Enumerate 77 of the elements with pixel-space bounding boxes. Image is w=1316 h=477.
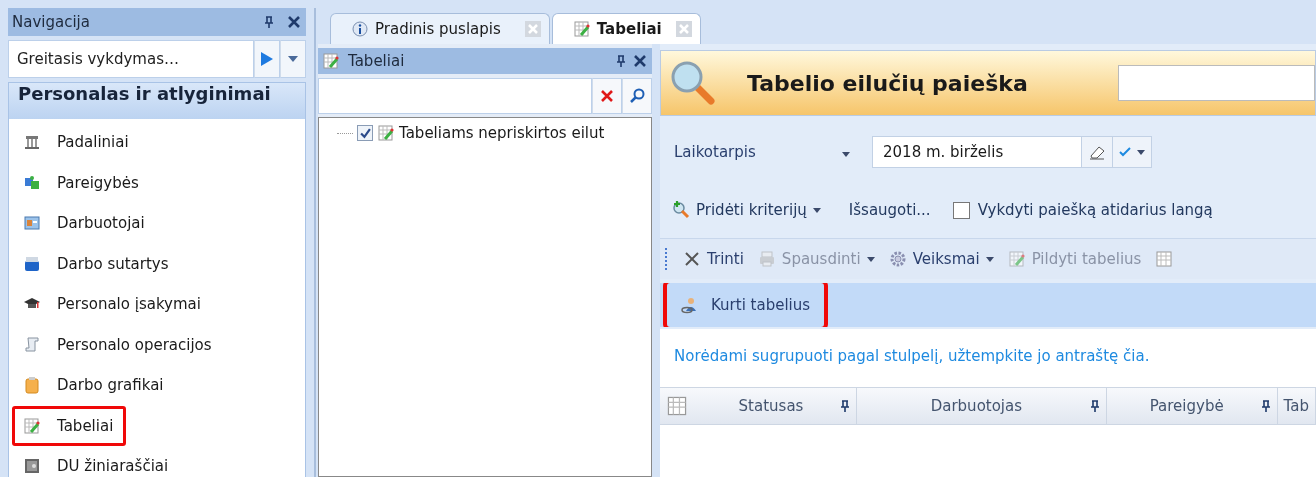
magnifier-icon: [669, 59, 717, 107]
checkbox-label: Vykdyti paiešką atidarius langą: [977, 201, 1213, 219]
close-icon[interactable]: [288, 16, 300, 28]
period-field[interactable]: 2018 m. birželis: [872, 136, 1082, 168]
tree-item[interactable]: Tabeliams nepriskirtos eilut: [399, 124, 605, 142]
eraser-button[interactable]: [1082, 136, 1113, 168]
sidebar-item[interactable]: Tabeliai: [12, 405, 127, 446]
quick-run-field[interactable]: Greitasis vykdymas…: [8, 40, 254, 78]
tab[interactable]: Tabeliai: [551, 13, 701, 44]
run-button[interactable]: [254, 40, 280, 78]
clipboard-icon: [23, 376, 41, 395]
checkbox[interactable]: [357, 125, 373, 141]
sidebar-item[interactable]: DU žiniaraščiai: [12, 446, 182, 477]
toolbar-button[interactable]: Kurti tabelius: [667, 283, 825, 327]
person-icon: [681, 296, 699, 314]
sidebar-item[interactable]: Darbo grafikai: [12, 365, 177, 406]
search-icon: [629, 88, 645, 104]
clear-button[interactable]: [592, 78, 622, 114]
columns-icon: [23, 133, 41, 152]
column-header[interactable]: Pareigybė: [1106, 388, 1278, 424]
dropdown-button[interactable]: [1113, 136, 1152, 168]
caret-icon: [812, 207, 821, 213]
play-icon: [260, 51, 274, 67]
pin-icon[interactable]: [1089, 400, 1100, 412]
magnifier-plus-icon: [672, 201, 690, 219]
toolbar-button[interactable]: Veiksmai: [888, 250, 994, 268]
column-header[interactable]: Tab: [1277, 388, 1316, 424]
panel-title: Tabeliai: [348, 52, 406, 70]
column-header[interactable]: Darbuotojas: [857, 388, 1107, 424]
gear-icon: [888, 250, 907, 268]
spreadsheet-pencil-icon: [1007, 250, 1026, 268]
caret-icon: [1137, 149, 1145, 155]
box-icon: [23, 254, 41, 273]
id-card-icon: [23, 214, 41, 233]
sidebar-item[interactable]: Personalo įsakymai: [12, 284, 214, 325]
delete-icon: [683, 250, 701, 268]
grid-icon: [1155, 250, 1174, 268]
section-header[interactable]: Personalas ir atlyginimai: [9, 83, 305, 119]
panel-title: Navigacija: [12, 13, 91, 31]
period-label: Laikotarpis: [674, 143, 757, 161]
clear-icon: [601, 90, 613, 102]
add-criteria-button[interactable]: Pridėti kriterijų: [672, 201, 821, 219]
search-button[interactable]: [622, 78, 652, 114]
toolbar-button[interactable]: Trinti: [683, 250, 744, 268]
search-field[interactable]: [1117, 65, 1315, 101]
sidebar-item[interactable]: Darbo sutartys: [12, 243, 182, 284]
section-title: Personalas ir atlyginimai: [18, 83, 271, 104]
sidebar-item[interactable]: Personalo operacijos: [12, 324, 225, 365]
save-button[interactable]: Išsaugoti...: [848, 201, 931, 219]
column-header[interactable]: Statusas: [696, 388, 857, 424]
spreadsheet-pencil-icon: [572, 20, 591, 38]
group-hint: Norėdami sugrupuoti pagal stulpelį, užtempkite jo antraštę čia.: [673, 346, 1151, 367]
search-field[interactable]: [318, 78, 592, 114]
spreadsheet-pencil-icon: [322, 52, 340, 70]
search-title: Tabelio eilučių paieška: [747, 70, 1028, 96]
checkbox[interactable]: [952, 201, 970, 219]
puzzle-icon: [23, 173, 41, 192]
close-icon[interactable]: [634, 55, 646, 67]
tab[interactable]: Pradinis puslapis: [330, 13, 550, 44]
safe-icon: [23, 457, 41, 476]
sidebar-item[interactable]: Pareigybės: [12, 162, 152, 203]
pin-icon[interactable]: [616, 55, 626, 67]
scroll-icon: [23, 335, 41, 354]
printer-icon: [757, 250, 776, 268]
caret-icon: [288, 56, 298, 62]
caret-icon: [842, 152, 850, 157]
sidebar-item[interactable]: Darbuotojai: [12, 203, 158, 244]
spreadsheet-pencil-icon: [377, 124, 395, 142]
info-icon: [351, 20, 369, 38]
eraser-icon: [1088, 144, 1106, 160]
pin-icon[interactable]: [840, 400, 850, 412]
spreadsheet-pencil-icon: [23, 416, 41, 435]
sidebar-item[interactable]: Padaliniai: [12, 122, 142, 163]
pin-icon[interactable]: [264, 16, 274, 28]
dropdown-button[interactable]: [280, 40, 306, 78]
check-icon: [1119, 147, 1131, 157]
pin-icon[interactable]: [1260, 400, 1271, 412]
